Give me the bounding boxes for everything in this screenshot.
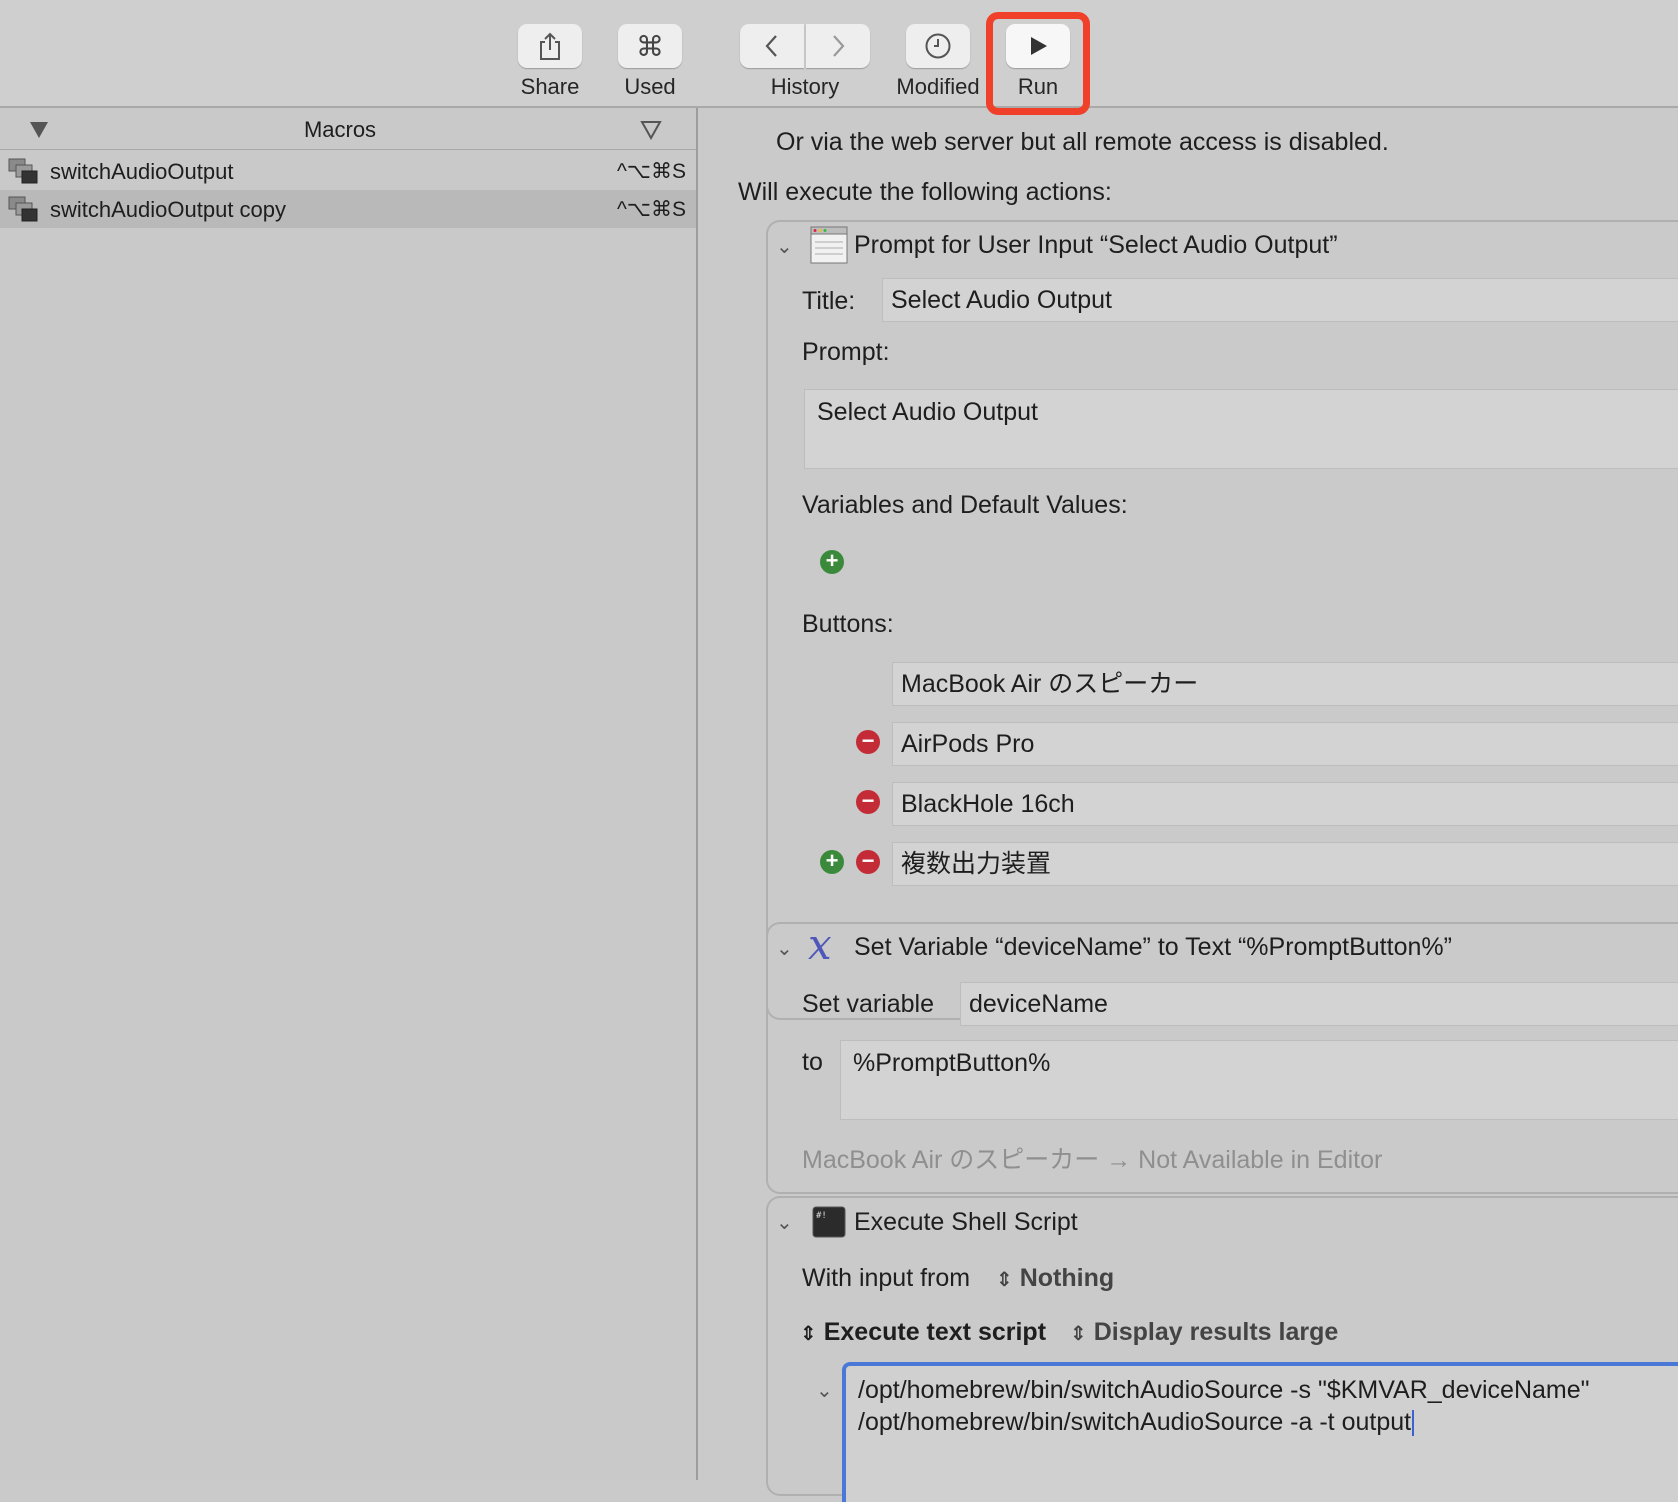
input-from-select[interactable]: ⇕ Nothing — [996, 1264, 1114, 1293]
variable-preview: MacBook Air のスピーカー → Not Available in Ed… — [802, 1146, 1383, 1174]
variable-x-icon: 𝑥 — [808, 920, 832, 969]
collapse-chevron-icon[interactable]: ⌄ — [776, 936, 793, 961]
script-line: /opt/homebrew/bin/switchAudioSource -a -… — [858, 1408, 1412, 1436]
button-field[interactable]: BlackHole 16ch — [892, 782, 1678, 826]
display-results-select[interactable]: ⇕ Display results large — [1070, 1318, 1338, 1347]
macro-name: switchAudioOutput copy — [50, 197, 287, 222]
script-line-with-cursor: /opt/homebrew/bin/switchAudioSource -a -… — [858, 1406, 1678, 1438]
variable-name-field[interactable]: deviceName — [960, 982, 1678, 1026]
remove-button-icon[interactable]: − — [856, 850, 880, 874]
set-variable-label: Set variable — [802, 990, 935, 1018]
command-icon: ⌘ — [636, 30, 664, 62]
prompt-textarea[interactable]: Select Audio Output — [804, 389, 1678, 469]
button-field[interactable]: AirPods Pro — [892, 722, 1678, 766]
title-field[interactable]: Select Audio Output — [882, 278, 1678, 322]
macro-name: switchAudioOutput — [50, 159, 234, 184]
script-mode-value: Execute text script — [823, 1318, 1047, 1346]
macro-shortcut: ^⌥⌘S — [616, 160, 686, 183]
script-mode-select[interactable]: ⇕ Execute text script — [800, 1318, 1046, 1347]
to-label: to — [802, 1048, 823, 1076]
history-forward-button[interactable] — [806, 24, 870, 68]
script-line: /opt/homebrew/bin/switchAudioSource -s "… — [858, 1376, 1590, 1404]
collapse-chevron-icon[interactable]: ⌄ — [776, 234, 793, 259]
used-label: Used — [624, 74, 676, 99]
filter-icon[interactable] — [640, 120, 662, 140]
macro-editor: Or via the web server but all remote acc… — [698, 108, 1678, 1502]
history-back-button[interactable] — [740, 24, 804, 68]
set-variable-action-title: Set Variable “deviceName” to Text “%Prom… — [854, 933, 1452, 961]
add-button-icon[interactable]: + — [820, 850, 844, 874]
select-arrows-icon: ⇕ — [800, 1323, 817, 1345]
prompt-action-title: Prompt for User Input “Select Audio Outp… — [854, 231, 1338, 259]
collapse-chevron-icon[interactable]: ⌄ — [776, 1210, 793, 1235]
prompt-window-icon — [810, 226, 848, 264]
remove-button-icon[interactable]: − — [856, 730, 880, 754]
remove-button-icon[interactable]: − — [856, 790, 880, 814]
script-text-area[interactable]: /opt/homebrew/bin/switchAudioSource -s "… — [842, 1362, 1678, 1502]
prompt-label: Prompt: — [802, 338, 890, 366]
input-from-label: With input from — [802, 1264, 971, 1292]
svg-text:#!: #! — [816, 1211, 827, 1221]
macro-icon — [8, 196, 38, 222]
to-value-field[interactable]: %PromptButton% — [840, 1040, 1678, 1120]
macro-list-sidebar: Macros switchAudioOutput ^⌥⌘S switchAudi… — [0, 108, 698, 1480]
select-arrows-icon: ⇕ — [1070, 1323, 1087, 1345]
modified-button[interactable] — [906, 24, 970, 68]
macro-icon — [8, 158, 38, 184]
share-button[interactable] — [518, 24, 582, 68]
select-arrows-icon: ⇕ — [996, 1269, 1013, 1291]
used-button[interactable]: ⌘ — [618, 24, 682, 68]
shell-action-title: Execute Shell Script — [854, 1208, 1078, 1236]
history-label: History — [770, 74, 840, 99]
run-highlight-box — [986, 12, 1090, 115]
share-icon — [540, 32, 560, 60]
input-from-value: Nothing — [1019, 1264, 1115, 1292]
terminal-icon: #! — [812, 1206, 846, 1238]
collapse-script-chevron-icon[interactable]: ⌄ — [816, 1378, 833, 1403]
macro-row[interactable]: switchAudioOutput ^⌥⌘S — [0, 152, 696, 190]
share-label: Share — [520, 74, 580, 99]
back-icon — [765, 35, 777, 57]
text-cursor — [1412, 1410, 1415, 1437]
add-variable-icon[interactable]: + — [820, 550, 844, 574]
variables-label: Variables and Default Values: — [802, 491, 1128, 519]
execute-heading: Will execute the following actions: — [738, 178, 1112, 206]
buttons-label: Buttons: — [802, 610, 894, 638]
macro-row-selected[interactable]: switchAudioOutput copy ^⌥⌘S — [0, 190, 696, 228]
display-results-value: Display results large — [1093, 1318, 1339, 1346]
macros-header: Macros — [0, 108, 696, 150]
button-field[interactable]: MacBook Air のスピーカー — [892, 662, 1678, 706]
macros-header-label: Macros — [303, 117, 377, 142]
toolbar: Share ⌘ Used History Modified Run — [0, 0, 1678, 115]
forward-icon — [833, 35, 845, 57]
prompt-action-panel[interactable] — [766, 220, 1678, 1020]
macro-shortcut: ^⌥⌘S — [616, 198, 686, 221]
clock-icon — [925, 33, 951, 59]
modified-label: Modified — [896, 74, 980, 99]
button-field[interactable]: 複数出力装置 — [892, 842, 1678, 886]
title-label: Title: — [802, 287, 856, 315]
remote-access-text: Or via the web server but all remote acc… — [776, 128, 1389, 156]
